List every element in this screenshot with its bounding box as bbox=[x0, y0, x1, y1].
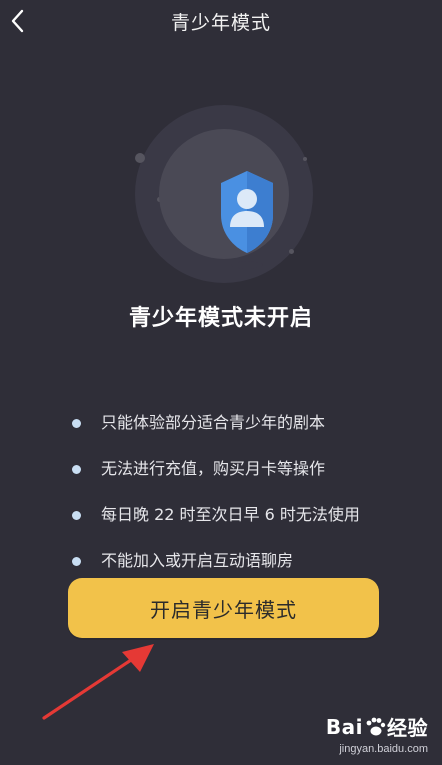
header-bar: 青少年模式 bbox=[0, 0, 442, 44]
paw-icon bbox=[366, 717, 386, 735]
decor-dot bbox=[289, 249, 294, 254]
list-item: 只能体验部分适合青少年的剧本 bbox=[70, 400, 360, 446]
watermark-logo-right: 经验 bbox=[387, 716, 428, 740]
enable-teen-mode-button[interactable]: 开启青少年模式 bbox=[68, 578, 379, 638]
list-item-text: 只能体验部分适合青少年的剧本 bbox=[101, 413, 326, 432]
watermark-logo: Bai 经验 bbox=[318, 712, 428, 741]
page-title: 青少年模式 bbox=[170, 12, 271, 34]
list-item: 每日晚 22 时至次日早 6 时无法使用 bbox=[70, 492, 360, 538]
bullet-dot bbox=[72, 510, 81, 520]
hero-illustration bbox=[135, 105, 313, 283]
list-item-text: 无法进行充值，购买月卡等操作 bbox=[101, 459, 326, 478]
list-item-text: 每日晚 22 时至次日早 6 时无法使用 bbox=[101, 505, 360, 524]
bullet-dot bbox=[72, 556, 81, 566]
mode-status-title: 青少年模式未开启 bbox=[128, 306, 313, 331]
decor-dot bbox=[303, 157, 307, 161]
baidu-jingyan-watermark: Bai 经验 jingyan.baidu.com bbox=[318, 712, 428, 756]
list-item: 无法进行充值，购买月卡等操作 bbox=[70, 446, 360, 492]
decor-dot bbox=[135, 153, 145, 163]
hero-inner-circle bbox=[159, 129, 289, 269]
list-item-text: 不能加入或开启互动语聊房 bbox=[101, 551, 294, 570]
watermark-logo-left: Bai bbox=[325, 714, 363, 739]
bullet-dot bbox=[72, 464, 81, 474]
red-arrow-icon bbox=[42, 644, 154, 720]
watermark-url: jingyan.baidu.com bbox=[339, 743, 428, 755]
restriction-list: 只能体验部分适合青少年的剧本 无法进行充值，购买月卡等操作 每日晚 22 时至次… bbox=[70, 400, 360, 584]
shield-user-icon bbox=[221, 171, 273, 269]
bullet-dot bbox=[72, 418, 81, 428]
